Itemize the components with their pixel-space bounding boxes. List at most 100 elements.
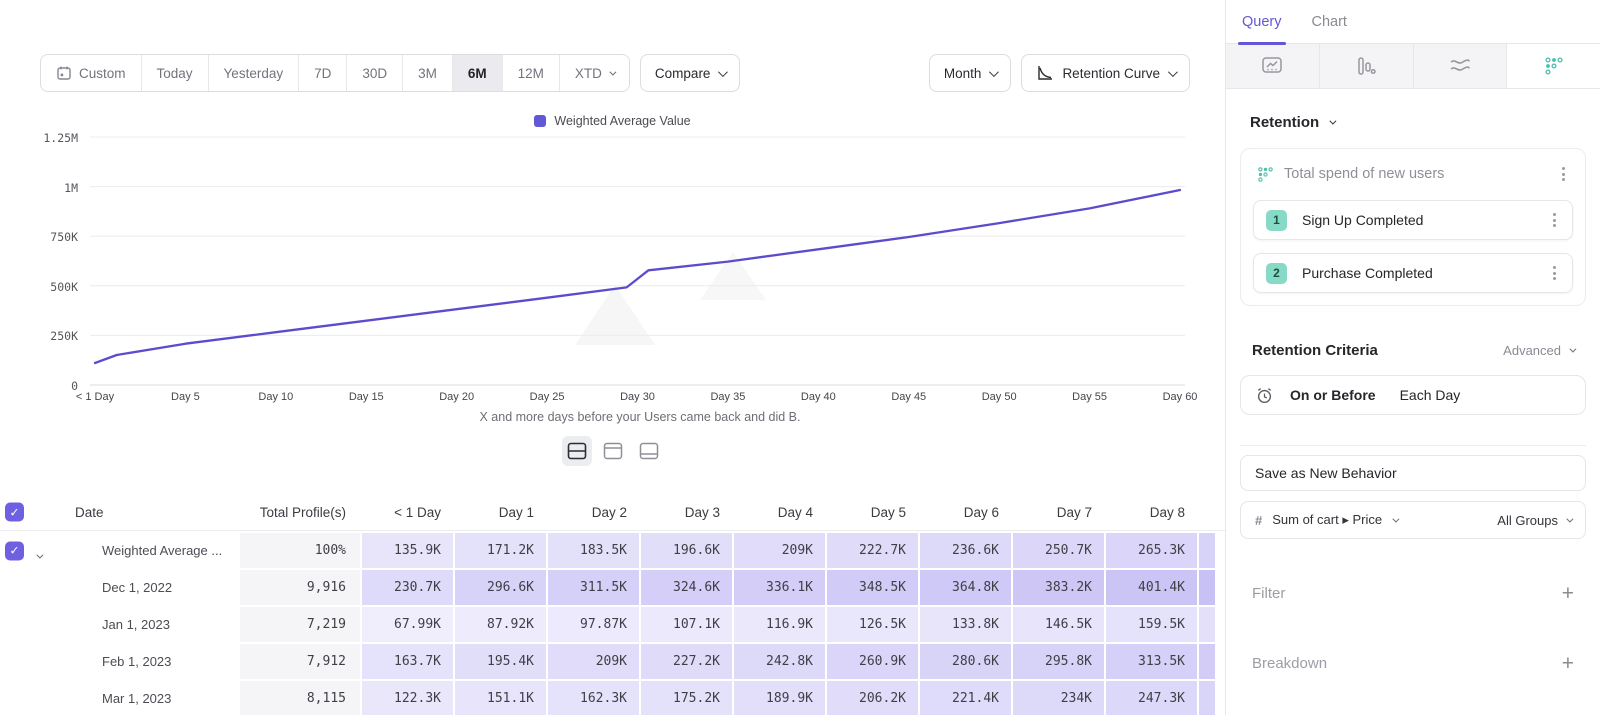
retention-value-cell[interactable]: 97.87K xyxy=(546,607,639,642)
retention-value-cell[interactable]: 221.4K xyxy=(918,681,1011,715)
total-profiles-cell: 9,916 xyxy=(307,580,346,595)
retention-value-cell[interactable]: 222.7K xyxy=(825,533,918,568)
retention-value-cell[interactable]: 171.2K xyxy=(453,533,546,568)
retention-value-cell[interactable]: 206.2K xyxy=(825,681,918,715)
divider xyxy=(1240,445,1586,446)
layout-table-button[interactable] xyxy=(634,436,664,466)
range-7d[interactable]: 7D xyxy=(299,55,347,91)
retention-value-cell[interactable]: 265.3K xyxy=(1104,533,1197,568)
retention-value-cell[interactable]: 280.6K xyxy=(918,644,1011,679)
breakdown-add-row[interactable]: Breakdown + xyxy=(1252,653,1574,674)
retention-value-cell[interactable]: 209K xyxy=(546,644,639,679)
frequency-label[interactable]: Each Day xyxy=(1400,387,1461,403)
kebab-menu-icon[interactable] xyxy=(1549,209,1560,231)
retention-value-cell[interactable]: 311.5K xyxy=(546,570,639,605)
retention-value-cell[interactable]: 348.5K xyxy=(825,570,918,605)
save-as-new-behavior-button[interactable]: Save as New Behavior xyxy=(1240,455,1586,491)
chart-legend[interactable]: Weighted Average Value xyxy=(0,114,1225,128)
cell-value: 107.1K xyxy=(673,617,720,632)
advanced-dropdown[interactable]: Advanced xyxy=(1503,343,1574,358)
clipped-value-cell xyxy=(1197,681,1215,715)
cell-value: 209K xyxy=(782,543,813,558)
range-3m[interactable]: 3M xyxy=(403,55,453,91)
kebab-menu-icon[interactable] xyxy=(1558,163,1569,185)
retention-value-cell[interactable]: 236.6K xyxy=(918,533,1011,568)
behavior-step-1[interactable]: 1Sign Up Completed xyxy=(1253,200,1573,240)
retention-value-cell[interactable]: 313.5K xyxy=(1104,644,1197,679)
range-xtd[interactable]: XTD xyxy=(560,55,629,91)
retention-value-cell[interactable]: 364.8K xyxy=(918,570,1011,605)
retention-value-cell[interactable]: 159.5K xyxy=(1104,607,1197,642)
retention-value-cell[interactable]: 324.6K xyxy=(639,570,732,605)
range-30d[interactable]: 30D xyxy=(347,55,403,91)
timing-label[interactable]: On or Before xyxy=(1290,387,1376,403)
retention-value-cell[interactable]: 151.1K xyxy=(453,681,546,715)
retention-value-cell[interactable]: 230.7K xyxy=(360,570,453,605)
retention-value-cell[interactable]: 67.99K xyxy=(360,607,453,642)
retention-value-cell[interactable]: 175.2K xyxy=(639,681,732,715)
retention-value-cell[interactable]: 107.1K xyxy=(639,607,732,642)
row-expand-caret[interactable] xyxy=(36,546,41,564)
range-yesterday[interactable]: Yesterday xyxy=(209,55,300,91)
x-tick-label: < 1 Day xyxy=(76,391,114,403)
cell-value: 206.2K xyxy=(859,691,906,706)
range-6m[interactable]: 6M xyxy=(453,55,503,91)
cell-value: 221.4K xyxy=(952,691,999,706)
layout-chart-button[interactable] xyxy=(598,436,628,466)
retention-value-cell[interactable]: 135.9K xyxy=(360,533,453,568)
range-custom[interactable]: Custom xyxy=(41,55,142,91)
retention-value-cell[interactable]: 163.7K xyxy=(360,644,453,679)
tab-insights[interactable] xyxy=(1226,44,1320,88)
tab-flows[interactable] xyxy=(1414,44,1508,88)
groups-dropdown[interactable]: All Groups xyxy=(1497,513,1571,528)
retention-value-cell[interactable]: 116.9K xyxy=(732,607,825,642)
retention-value-cell[interactable]: 87.92K xyxy=(453,607,546,642)
range-label: XTD xyxy=(575,66,602,81)
tab-retention[interactable] xyxy=(1507,44,1600,88)
retention-value-cell[interactable]: 295.8K xyxy=(1011,644,1104,679)
granularity-button[interactable]: Month xyxy=(929,54,1012,92)
cell-value: 227.2K xyxy=(673,654,720,669)
retention-value-cell[interactable]: 126.5K xyxy=(825,607,918,642)
retention-value-cell[interactable]: 296.6K xyxy=(453,570,546,605)
chart-type-button[interactable]: Retention Curve xyxy=(1021,54,1190,92)
retention-value-cell[interactable]: 401.4K xyxy=(1104,570,1197,605)
retention-value-cell[interactable]: 146.5K xyxy=(1011,607,1104,642)
retention-value-cell[interactable]: 234K xyxy=(1011,681,1104,715)
retention-value-cell[interactable]: 189.9K xyxy=(732,681,825,715)
retention-value-cell[interactable]: 227.2K xyxy=(639,644,732,679)
select-all-checkbox[interactable]: ✓ xyxy=(5,503,24,522)
retention-value-cell[interactable]: 183.5K xyxy=(546,533,639,568)
retention-value-cell[interactable]: 209K xyxy=(732,533,825,568)
cell-value: 97.87K xyxy=(580,617,627,632)
retention-value-cell[interactable]: 195.4K xyxy=(453,644,546,679)
filter-add-row[interactable]: Filter + xyxy=(1252,583,1574,604)
retention-value-cell[interactable]: 250.7K xyxy=(1011,533,1104,568)
retention-value-cell[interactable]: 247.3K xyxy=(1104,681,1197,715)
retention-value-cell[interactable]: 196.6K xyxy=(639,533,732,568)
retention-value-cell[interactable]: 383.2K xyxy=(1011,570,1104,605)
retention-value-cell[interactable]: 162.3K xyxy=(546,681,639,715)
range-12m[interactable]: 12M xyxy=(503,55,560,91)
row-checkbox[interactable]: ✓ xyxy=(5,541,24,560)
retention-value-cell[interactable]: 260.9K xyxy=(825,644,918,679)
measure-row[interactable]: # Sum of cart ▸ Price All Groups xyxy=(1240,501,1586,539)
tab-query[interactable]: Query xyxy=(1242,0,1282,44)
layout-split-button[interactable] xyxy=(562,436,592,466)
cell-value: 171.2K xyxy=(487,543,534,558)
retention-value-cell[interactable]: 122.3K xyxy=(360,681,453,715)
behavior-title[interactable]: Total spend of new users xyxy=(1284,166,1548,182)
report-section-selector[interactable]: Retention xyxy=(1250,114,1600,131)
kebab-menu-icon[interactable] xyxy=(1549,262,1560,284)
range-today[interactable]: Today xyxy=(142,55,209,91)
retention-value-cell[interactable]: 242.8K xyxy=(732,644,825,679)
retention-value-cell[interactable]: 133.8K xyxy=(918,607,1011,642)
clipped-value-cell xyxy=(1197,644,1215,679)
tab-chart[interactable]: Chart xyxy=(1312,0,1347,44)
retention-value-cell[interactable]: 336.1K xyxy=(732,570,825,605)
clipped-value-cell xyxy=(1197,570,1215,605)
criteria-timing-card[interactable]: On or Before Each Day xyxy=(1240,375,1586,415)
compare-button[interactable]: Compare xyxy=(640,54,741,92)
tab-funnels[interactable] xyxy=(1320,44,1414,88)
behavior-step-2[interactable]: 2Purchase Completed xyxy=(1253,253,1573,293)
